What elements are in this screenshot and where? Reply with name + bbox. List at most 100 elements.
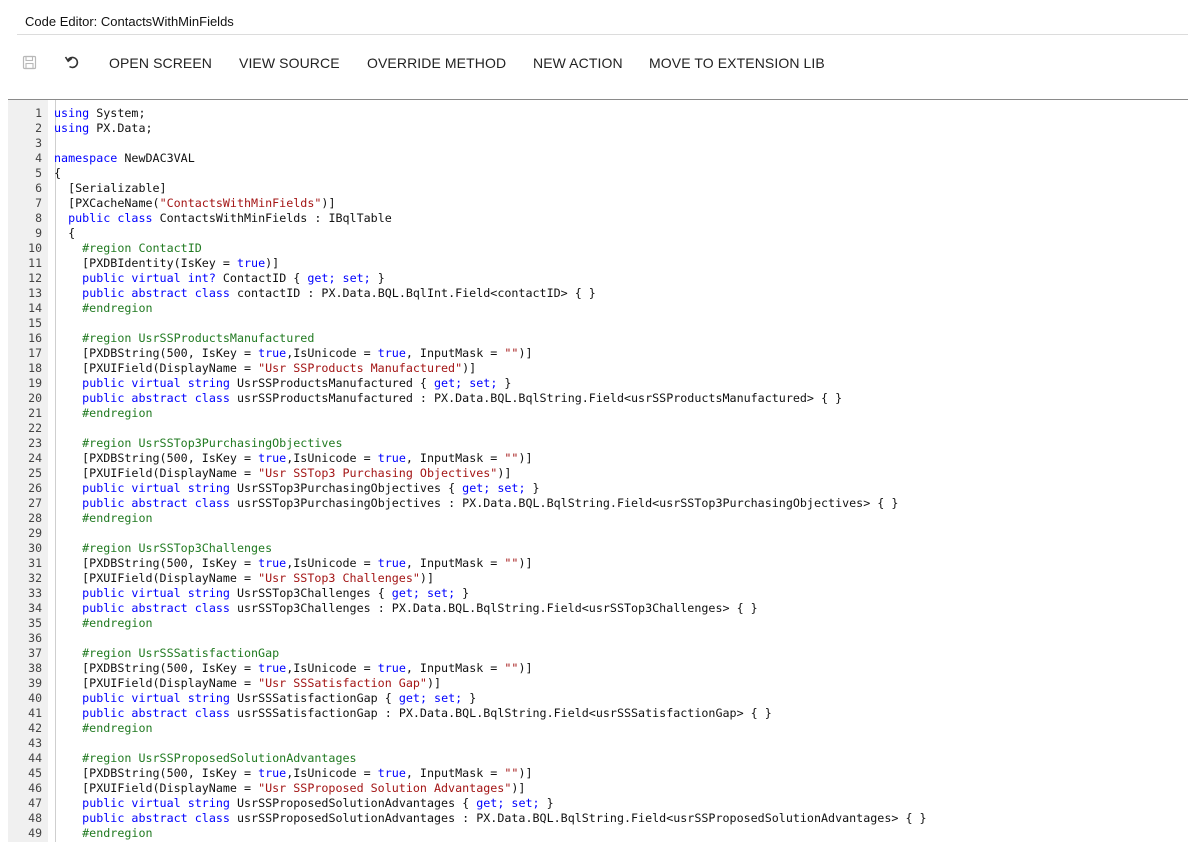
string-token: "" xyxy=(504,766,519,780)
code-line[interactable]: 19 public virtual string UsrSSProductsMa… xyxy=(8,376,1188,391)
code-line[interactable]: 23 #region UsrSSTop3PurchasingObjectives xyxy=(8,436,1188,451)
code-line[interactable]: 42 #endregion xyxy=(8,721,1188,736)
code-token: UsrSSTop3Challenges { xyxy=(229,586,392,600)
override-method-button[interactable]: OVERRIDE METHOD xyxy=(367,55,506,71)
code-line[interactable]: 16 #region UsrSSProductsManufactured xyxy=(8,331,1188,346)
code-line[interactable]: 33 public virtual string UsrSSTop3Challe… xyxy=(8,586,1188,601)
code-token: )] xyxy=(462,361,477,375)
code-editor[interactable]: 1 using System; 2 using PX.Data; 3 4 namespace… xyxy=(8,100,1188,842)
code-line[interactable]: 30 #region UsrSSTop3Challenges xyxy=(8,541,1188,556)
code-line[interactable]: 38 [PXDBString(500, IsKey = true,IsUnico… xyxy=(8,661,1188,676)
code-line[interactable]: 48 public abstract class usrSSProposedSo… xyxy=(8,811,1188,826)
line-number: 17 xyxy=(28,346,42,360)
code-line[interactable]: 3 xyxy=(8,136,1188,151)
code-area[interactable]: 1 using System; 2 using PX.Data; 3 4 namespace… xyxy=(8,106,1188,841)
region-token: #endregion xyxy=(54,301,153,315)
code-text: #region UsrSSSatisfactionGap xyxy=(54,646,279,661)
code-line[interactable]: 9 { xyxy=(8,226,1188,241)
code-token: [PXCacheName( xyxy=(54,196,160,210)
code-line[interactable]: 44 #region UsrSSProposedSolutionAdvantag… xyxy=(8,751,1188,766)
code-line[interactable]: 13 public abstract class contactID : PX.… xyxy=(8,286,1188,301)
code-line[interactable]: 21 #endregion xyxy=(8,406,1188,421)
line-number: 20 xyxy=(28,391,42,405)
line-number: 3 xyxy=(35,136,42,150)
line-number: 7 xyxy=(35,196,42,210)
code-line[interactable]: 2 using PX.Data; xyxy=(8,121,1188,136)
code-line[interactable]: 43 xyxy=(8,736,1188,751)
string-token: "Usr SSProposed Solution Advantages" xyxy=(258,781,512,795)
string-token: "Usr SSTop3 Purchasing Objectives" xyxy=(258,466,498,480)
code-line[interactable]: 5{ xyxy=(8,166,1188,181)
string-token: "Usr SSProducts Manufactured" xyxy=(258,361,463,375)
new-action-button[interactable]: NEW ACTION xyxy=(533,55,623,71)
code-line[interactable]: 4 namespace NewDAC3VAL xyxy=(8,151,1188,166)
code-text: [PXUIField(DisplayName = "Usr SSSatisfac… xyxy=(54,676,441,691)
code-token: } xyxy=(455,586,470,600)
code-token: )] xyxy=(321,196,336,210)
code-line[interactable]: 14 #endregion xyxy=(8,301,1188,316)
keyword-token: public abstract class xyxy=(82,496,230,510)
code-line[interactable]: 28 #endregion xyxy=(8,511,1188,526)
code-line[interactable]: 29 xyxy=(8,526,1188,541)
save-icon[interactable] xyxy=(21,54,37,70)
code-line[interactable]: 24 [PXDBString(500, IsKey = true,IsUnico… xyxy=(8,451,1188,466)
code-line[interactable]: 41 public abstract class usrSSSatisfacti… xyxy=(8,706,1188,721)
string-token: "" xyxy=(504,346,519,360)
code-text: #region UsrSSProductsManufactured xyxy=(54,331,314,346)
code-line[interactable]: 46 [PXUIField(DisplayName = "Usr SSPropo… xyxy=(8,781,1188,796)
code-text: public class ContactsWithMinFields : IBq… xyxy=(54,211,392,226)
keyword-token: public virtual string xyxy=(82,586,230,600)
code-text: [PXUIField(DisplayName = "Usr SSProducts… xyxy=(54,361,476,376)
code-line[interactable]: 11 [PXDBIdentity(IsKey = true)] xyxy=(8,256,1188,271)
code-line[interactable]: 32 [PXUIField(DisplayName = "Usr SSTop3 … xyxy=(8,571,1188,586)
code-line[interactable]: 37 #region UsrSSSatisfactionGap xyxy=(8,646,1188,661)
line-number: 43 xyxy=(28,736,42,750)
code-text: #endregion xyxy=(54,301,153,316)
code-text: using PX.Data; xyxy=(54,121,153,136)
keyword-token: true xyxy=(377,451,406,465)
code-token: [PXDBIdentity(IsKey = xyxy=(54,256,237,270)
code-line[interactable]: 27 public abstract class usrSSTop3Purcha… xyxy=(8,496,1188,511)
code-line[interactable]: 49 #endregion xyxy=(8,826,1188,841)
code-line[interactable]: 34 public abstract class usrSSTop3Challe… xyxy=(8,601,1188,616)
code-line[interactable]: 47 public virtual string UsrSSProposedSo… xyxy=(8,796,1188,811)
code-line[interactable]: 26 public virtual string UsrSSTop3Purcha… xyxy=(8,481,1188,496)
code-token: { xyxy=(54,226,76,240)
string-token: "Usr SSSatisfaction Gap" xyxy=(258,676,427,690)
code-line[interactable]: 18 [PXUIField(DisplayName = "Usr SSProdu… xyxy=(8,361,1188,376)
undo-icon[interactable] xyxy=(64,54,80,70)
code-line[interactable]: 12 public virtual int? ContactID { get; … xyxy=(8,271,1188,286)
code-line[interactable]: 36 xyxy=(8,631,1188,646)
line-number: 11 xyxy=(28,256,42,270)
code-line[interactable]: 15 xyxy=(8,316,1188,331)
keyword-token: true xyxy=(258,556,287,570)
code-line[interactable]: 22 xyxy=(8,421,1188,436)
code-token: NewDAC3VAL xyxy=(117,151,195,165)
code-line[interactable]: 45 [PXDBString(500, IsKey = true,IsUnico… xyxy=(8,766,1188,781)
code-line[interactable]: 35 #endregion xyxy=(8,616,1188,631)
view-source-button[interactable]: VIEW SOURCE xyxy=(239,55,340,71)
code-line[interactable]: 10 #region ContactID xyxy=(8,241,1188,256)
code-line[interactable]: 8 public class ContactsWithMinFields : I… xyxy=(8,211,1188,226)
keyword-token: get; xyxy=(391,586,420,600)
code-line[interactable]: 7 [PXCacheName("ContactsWithMinFields")] xyxy=(8,196,1188,211)
line-number: 18 xyxy=(28,361,42,375)
code-line[interactable]: 39 [PXUIField(DisplayName = "Usr SSSatis… xyxy=(8,676,1188,691)
code-line[interactable]: 40 public virtual string UsrSSSatisfacti… xyxy=(8,691,1188,706)
open-screen-button[interactable]: OPEN SCREEN xyxy=(109,55,212,71)
code-token: usrSSSatisfactionGap : PX.Data.BQL.BqlSt… xyxy=(229,706,772,720)
code-line[interactable]: 17 [PXDBString(500, IsKey = true,IsUnico… xyxy=(8,346,1188,361)
code-line[interactable]: 20 public abstract class usrSSProductsMa… xyxy=(8,391,1188,406)
move-to-extension-lib-button[interactable]: MOVE TO EXTENSION LIB xyxy=(649,55,825,71)
code-line[interactable]: 1 using System; xyxy=(8,106,1188,121)
line-number: 41 xyxy=(28,706,42,720)
line-number: 8 xyxy=(35,211,42,225)
code-line[interactable]: 25 [PXUIField(DisplayName = "Usr SSTop3 … xyxy=(8,466,1188,481)
code-token: } xyxy=(462,691,477,705)
code-line[interactable]: 31 [PXDBString(500, IsKey = true,IsUnico… xyxy=(8,556,1188,571)
line-number: 23 xyxy=(28,436,42,450)
code-line[interactable]: 6 [Serializable] xyxy=(8,181,1188,196)
code-token: )] xyxy=(518,346,533,360)
